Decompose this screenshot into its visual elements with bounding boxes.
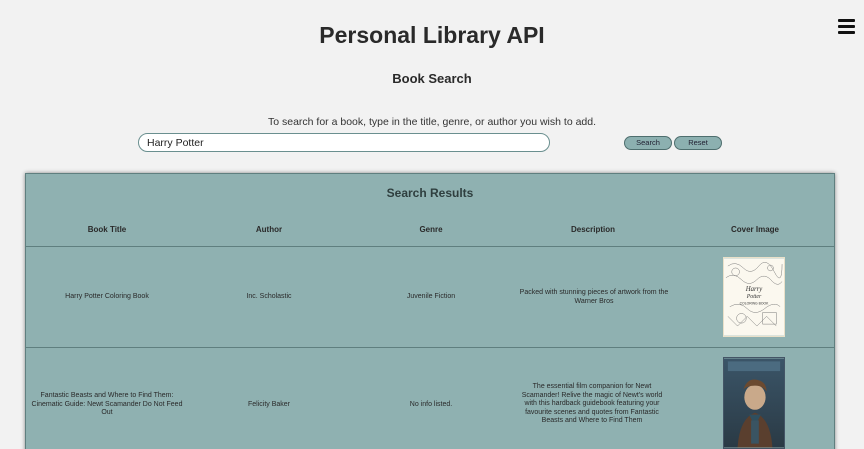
search-input[interactable] <box>138 133 550 152</box>
results-title: Search Results <box>386 186 474 200</box>
column-header-genre: Genre <box>419 225 443 234</box>
genre-cell: No info listed. <box>409 401 453 408</box>
svg-text:Harry: Harry <box>745 286 763 293</box>
description-cell: Packed with stunning pieces of artwork f… <box>519 289 669 305</box>
reset-button[interactable]: Reset <box>674 136 722 150</box>
cover-image-coloring-book: Harry Potter COLORING BOOK <box>723 257 785 337</box>
column-header-book-title: Book Title <box>87 225 127 234</box>
book-title-cell: Fantastic Beasts and Where to Find Them:… <box>31 392 183 416</box>
book-title-cell: Harry Potter Coloring Book <box>65 293 149 300</box>
genre-cell: Juvenile Fiction <box>406 293 456 300</box>
column-header-author: Author <box>255 225 283 234</box>
author-cell: Inc. Scholastic <box>246 293 292 300</box>
description-cell: The essential film companion for Newt Sc… <box>521 383 663 424</box>
svg-text:Potter: Potter <box>746 294 762 300</box>
section-title: Book Search <box>392 71 472 86</box>
search-button[interactable]: Search <box>624 136 672 150</box>
table-row: Harry Potter Coloring Book Inc. Scholast… <box>26 246 834 347</box>
column-header-description: Description <box>570 225 615 234</box>
svg-text:COLORING BOOK: COLORING BOOK <box>740 302 769 306</box>
app-title: Personal Library API <box>319 22 545 48</box>
page: Personal Library API Book Search To sear… <box>0 0 864 449</box>
search-instructions: To search for a book, type in the title,… <box>267 116 597 128</box>
search-results-panel: Search Results Book Title Author Genre D… <box>25 173 835 449</box>
cover-image-fantastic-beasts <box>723 357 785 449</box>
table-row: Fantastic Beasts and Where to Find Them:… <box>26 347 834 449</box>
column-header-cover-image: Cover Image <box>730 225 780 234</box>
author-cell: Felicity Baker <box>247 401 290 408</box>
